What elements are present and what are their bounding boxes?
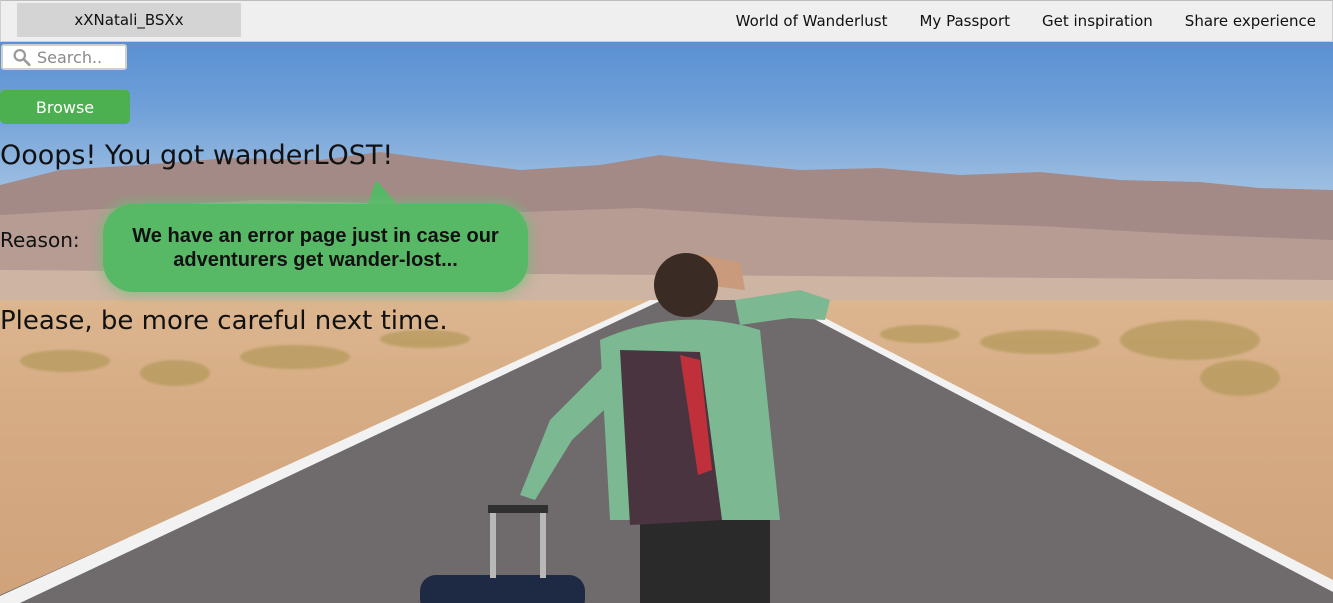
nav-link-world-of-wanderlust[interactable]: World of Wanderlust	[736, 12, 888, 30]
background-photo	[0, 0, 1333, 603]
search-box[interactable]	[1, 44, 127, 70]
reason-speech-bubble: We have an error page just in case our a…	[103, 204, 528, 292]
reason-label: Reason:	[0, 228, 80, 252]
error-headline: Ooops! You got wanderLOST!	[0, 140, 394, 171]
nav-link-get-inspiration[interactable]: Get inspiration	[1042, 12, 1153, 30]
search-icon	[13, 48, 31, 67]
closing-message: Please, be more careful next time.	[0, 306, 448, 336]
nav-link-share-experience[interactable]: Share experience	[1185, 12, 1316, 30]
reason-text: We have an error page just in case our a…	[132, 225, 499, 271]
traveler-figure	[420, 253, 830, 603]
browse-button[interactable]: Browse	[0, 90, 130, 124]
main-nav: World of Wanderlust My Passport Get insp…	[704, 1, 1316, 41]
nav-link-my-passport[interactable]: My Passport	[919, 12, 1010, 30]
search-input[interactable]	[35, 46, 125, 68]
site-brand[interactable]: xXNatali_BSXx	[17, 3, 241, 37]
top-navigation-bar: xXNatali_BSXx World of Wanderlust My Pas…	[0, 0, 1333, 42]
